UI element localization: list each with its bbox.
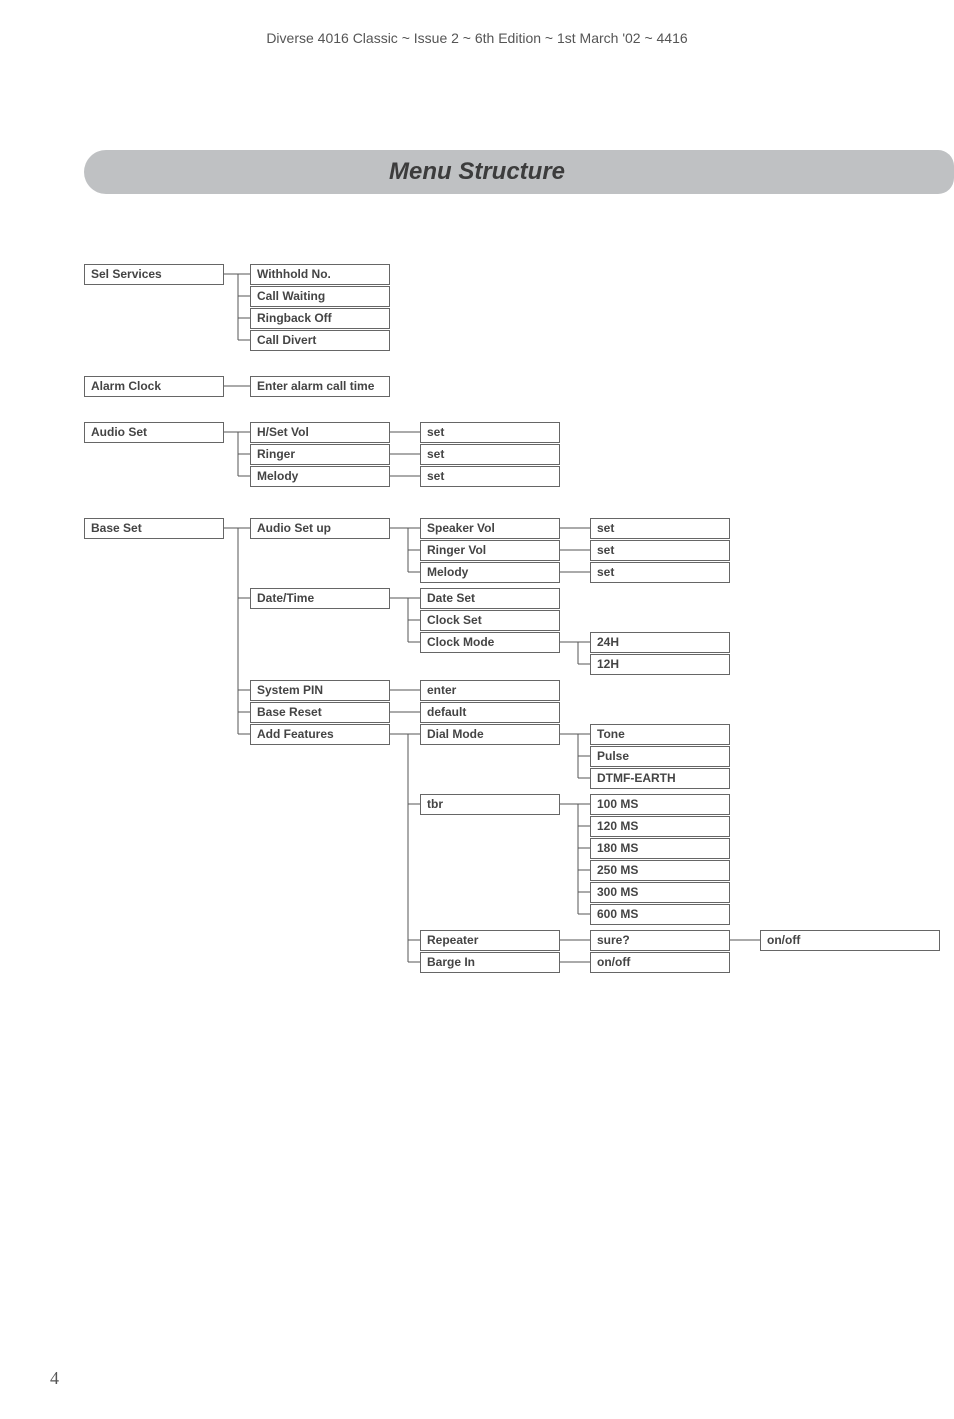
menu-audio-set: Audio Set [84,422,224,443]
item-withhold-no: Withhold No. [250,264,390,285]
item-date-set: Date Set [420,588,560,609]
item-250ms: 250 MS [590,860,730,881]
item-12h: 12H [590,654,730,675]
item-180ms: 180 MS [590,838,730,859]
menu-base-set: Base Set [84,518,224,539]
item-enter: enter [420,680,560,701]
item-dial-mode: Dial Mode [420,724,560,745]
item-ringer: Ringer [250,444,390,465]
item-hset-vol: H/Set Vol [250,422,390,443]
item-speaker-vol: Speaker Vol [420,518,560,539]
item-add-features: Add Features [250,724,390,745]
item-default: default [420,702,560,723]
item-clock-set: Clock Set [420,610,560,631]
title-bar: Menu Structure [84,150,954,194]
item-ringer-set: set [420,444,560,465]
item-speaker-set: set [590,518,730,539]
item-ringback-off: Ringback Off [250,308,390,329]
item-barge-in: Barge In [420,952,560,973]
item-pulse: Pulse [590,746,730,767]
page-header: Diverse 4016 Classic ~ Issue 2 ~ 6th Edi… [0,30,954,46]
page-number: 4 [50,1368,59,1389]
item-24h: 24H [590,632,730,653]
item-system-pin: System PIN [250,680,390,701]
item-call-waiting: Call Waiting [250,286,390,307]
item-onoff-barge: on/off [590,952,730,973]
item-clock-mode: Clock Mode [420,632,560,653]
item-hset-set: set [420,422,560,443]
item-base-reset: Base Reset [250,702,390,723]
item-tone: Tone [590,724,730,745]
menu-alarm-clock: Alarm Clock [84,376,224,397]
item-melody: Melody [250,466,390,487]
item-tbr: tbr [420,794,560,815]
item-ringer-set2: set [590,540,730,561]
document-page: Diverse 4016 Classic ~ Issue 2 ~ 6th Edi… [0,0,954,1419]
item-melody-set2: set [590,562,730,583]
item-call-divert: Call Divert [250,330,390,351]
item-600ms: 600 MS [590,904,730,925]
page-title: Menu Structure [84,150,954,194]
item-sure: sure? [590,930,730,951]
item-100ms: 100 MS [590,794,730,815]
item-repeater: Repeater [420,930,560,951]
menu-sel-services: Sel Services [84,264,224,285]
item-date-time: Date/Time [250,588,390,609]
item-melody-set: set [420,466,560,487]
item-300ms: 300 MS [590,882,730,903]
item-120ms: 120 MS [590,816,730,837]
item-onoff-rep: on/off [760,930,940,951]
item-melody2: Melody [420,562,560,583]
item-dtmf-earth: DTMF-EARTH [590,768,730,789]
item-ringer-vol: Ringer Vol [420,540,560,561]
item-enter-alarm: Enter alarm call time [250,376,390,397]
item-audio-set-up: Audio Set up [250,518,390,539]
